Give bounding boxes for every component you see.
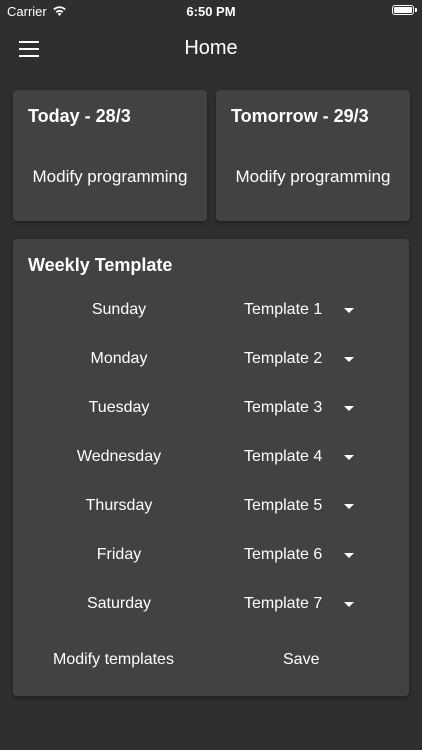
dropdown-arrow-icon <box>344 406 354 411</box>
weekly-row-tuesday: Tuesday Template 3 <box>13 392 409 424</box>
template-select-friday[interactable]: Template 6 <box>241 539 361 571</box>
template-select-saturday[interactable]: Template 7 <box>241 588 361 620</box>
day-label: Wednesday <box>76 448 162 465</box>
dropdown-arrow-icon <box>344 357 354 362</box>
weekly-template-card: Weekly Template Sunday Template 1 Monday… <box>13 239 409 696</box>
template-select-sunday[interactable]: Template 1 <box>241 294 361 326</box>
weekly-row-thursday: Thursday Template 5 <box>13 490 409 522</box>
weekly-template-title: Weekly Template <box>28 255 173 275</box>
weekly-row-wednesday: Wednesday Template 4 <box>13 441 409 473</box>
day-label: Friday <box>96 546 142 563</box>
status-bar: Carrier 6:50 PM <box>0 0 422 22</box>
today-card-title: Today - 28/3 <box>28 106 131 126</box>
template-select-monday[interactable]: Template 2 <box>241 343 361 375</box>
today-card: Today - 28/3 Modify programming <box>13 90 207 221</box>
weekly-row-saturday: Saturday Template 7 <box>13 588 409 620</box>
template-select-value: Template 5 <box>244 497 323 514</box>
dropdown-arrow-icon <box>344 553 354 558</box>
template-select-value: Template 6 <box>244 546 323 563</box>
page-title: Home <box>184 37 238 59</box>
template-select-wednesday[interactable]: Template 4 <box>241 441 361 473</box>
battery-icon <box>392 5 417 15</box>
tomorrow-card: Tomorrow - 29/3 Modify programming <box>216 90 410 221</box>
weekly-row-friday: Friday Template 6 <box>13 539 409 571</box>
tomorrow-modify-programming-button[interactable]: Modify programming <box>216 167 410 187</box>
dropdown-arrow-icon <box>344 504 354 509</box>
template-select-tuesday[interactable]: Template 3 <box>241 392 361 424</box>
app-bar: Home <box>0 22 422 78</box>
weekly-row-monday: Monday Template 2 <box>13 343 409 375</box>
day-label: Monday <box>90 350 148 367</box>
modify-templates-button[interactable]: Modify templates <box>53 651 174 669</box>
template-select-value: Template 1 <box>244 301 323 318</box>
day-label: Tuesday <box>88 399 150 416</box>
weekly-row-sunday: Sunday Template 1 <box>13 294 409 326</box>
today-modify-programming-button[interactable]: Modify programming <box>13 167 207 187</box>
day-label: Thursday <box>85 497 153 514</box>
template-select-thursday[interactable]: Template 5 <box>241 490 361 522</box>
dropdown-arrow-icon <box>344 308 354 313</box>
template-select-value: Template 7 <box>244 595 323 612</box>
clock: 6:50 PM <box>186 4 236 19</box>
template-select-value: Template 3 <box>244 399 323 416</box>
dropdown-arrow-icon <box>344 455 354 460</box>
save-button[interactable]: Save <box>283 651 319 669</box>
template-select-value: Template 4 <box>244 448 323 465</box>
day-label: Saturday <box>86 595 152 612</box>
template-select-value: Template 2 <box>244 350 323 367</box>
tomorrow-card-title: Tomorrow - 29/3 <box>231 106 369 126</box>
dropdown-arrow-icon <box>344 602 354 607</box>
day-label: Sunday <box>91 301 147 318</box>
